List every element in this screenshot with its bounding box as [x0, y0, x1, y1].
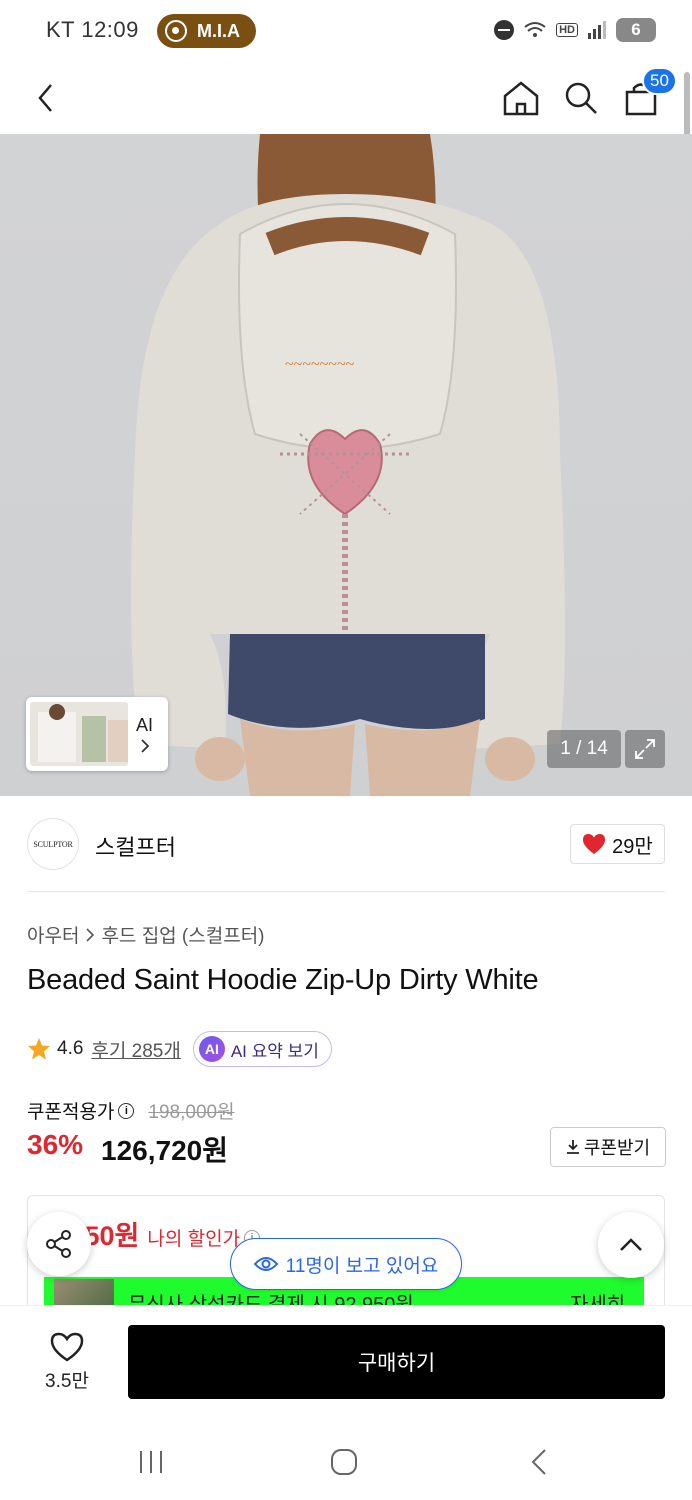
eye-icon [253, 1257, 278, 1271]
breadcrumb: 아우터 후드 집업 (스컬프터) [27, 921, 265, 948]
coupon-price-label: 쿠폰적용가 i 198,000원 [27, 1097, 235, 1124]
ai-summary-label: AI 요약 보기 [230, 1041, 319, 1061]
chevron-right-icon [86, 927, 95, 942]
buy-button[interactable]: 구매하기 [128, 1325, 665, 1399]
status-carrier-time: KT 12:09 [46, 17, 139, 42]
info-icon[interactable]: i [118, 1102, 135, 1119]
chevron-up-icon [620, 1238, 642, 1251]
search-button[interactable] [553, 70, 609, 126]
coupon-label-text: 쿠폰적용가 [27, 1102, 115, 1123]
battery-icon: 6 [616, 18, 656, 42]
ai-label: AI [136, 715, 154, 736]
heart-filled-icon [583, 834, 606, 854]
ai-thumb-label: AI [136, 714, 153, 753]
back-arrow-icon [531, 1449, 546, 1475]
my-price-label-text: 나의 할인가 [147, 1229, 241, 1250]
download-icon [566, 1140, 579, 1154]
divider [27, 891, 665, 892]
ai-summary-button[interactable]: AI AI 요약 보기 [192, 1031, 332, 1067]
rating-value: 4.6 [57, 1038, 84, 1059]
share-icon [46, 1230, 71, 1258]
home-system-button[interactable] [314, 1439, 374, 1485]
discount-rate: 36% [27, 1129, 84, 1160]
wifi-icon [524, 22, 546, 37]
rating-row: 4.6 후기 285개 AI AI 요약 보기 [27, 1031, 332, 1067]
expand-image-button[interactable] [625, 730, 665, 768]
star-icon [28, 1038, 50, 1060]
brand-like-count: 29만 [612, 835, 653, 858]
thumbnail-image [30, 702, 128, 766]
brand-like-button[interactable]: 29만 [570, 824, 665, 864]
review-link[interactable]: 후기 285개 [91, 1036, 180, 1063]
expand-icon [635, 739, 655, 759]
get-coupon-button[interactable]: 쿠폰받기 [550, 1127, 666, 1167]
status-bar: KT 12:09 M.I.A HD 6 [0, 0, 692, 62]
original-price: 198,000원 [148, 1102, 235, 1123]
back-button[interactable] [18, 70, 74, 126]
scroll-top-button[interactable] [598, 1212, 664, 1278]
breadcrumb-item[interactable]: 아우터 [27, 921, 79, 948]
brand-logo[interactable]: SCULPTOR [27, 818, 79, 870]
recents-icon [140, 1451, 162, 1473]
ai-badge-icon: AI [198, 1036, 225, 1062]
chevron-left-icon [38, 84, 52, 112]
cart-count-badge: 50 [642, 67, 677, 95]
share-button[interactable] [27, 1212, 91, 1276]
chevron-right-icon [140, 739, 149, 753]
brand-name[interactable]: 스컬프터 [95, 830, 176, 862]
home-circle-icon [331, 1449, 357, 1475]
wishlist-button[interactable]: 3.5만 [30, 1325, 104, 1399]
record-icon [165, 20, 187, 42]
final-price: 126,720원 [101, 1135, 228, 1166]
product-title: Beaded Saint Hoodie Zip-Up Dirty White [27, 964, 539, 996]
recents-button[interactable] [121, 1439, 181, 1485]
status-icons: HD 6 [494, 18, 656, 42]
brand-logo-text: SCULPTOR [33, 839, 73, 849]
heart-outline-icon [50, 1332, 84, 1362]
get-coupon-label: 쿠폰받기 [583, 1138, 651, 1158]
home-button[interactable] [493, 70, 549, 126]
top-navigation [0, 62, 692, 134]
do-not-disturb-icon [494, 20, 515, 40]
ai-thumbnail-button[interactable]: AI [26, 697, 168, 771]
system-navigation-bar [0, 1425, 692, 1500]
viewers-text: 11명이 보고 있어요 [285, 1255, 439, 1277]
recording-label: M.I.A [197, 20, 240, 41]
home-icon [503, 81, 539, 116]
battery-level: 6 [631, 20, 641, 39]
signal-icon [588, 21, 606, 39]
hd-voice-icon: HD [556, 23, 578, 37]
my-discount-price: ,950원 나의 할인가 i [62, 1214, 261, 1253]
viewers-toast: 11명이 보고 있어요 [230, 1238, 462, 1290]
svg-text:~~~~~~~~: ~~~~~~~~ [285, 356, 355, 373]
wishlist-count: 3.5만 [45, 1370, 89, 1392]
image-counter: 1 / 14 [547, 730, 621, 768]
screen-recording-pill[interactable]: M.I.A [157, 14, 256, 48]
back-system-button[interactable] [509, 1439, 569, 1485]
search-icon [565, 82, 597, 114]
breadcrumb-item[interactable]: 후드 집업 (스컬프터) [101, 921, 264, 948]
